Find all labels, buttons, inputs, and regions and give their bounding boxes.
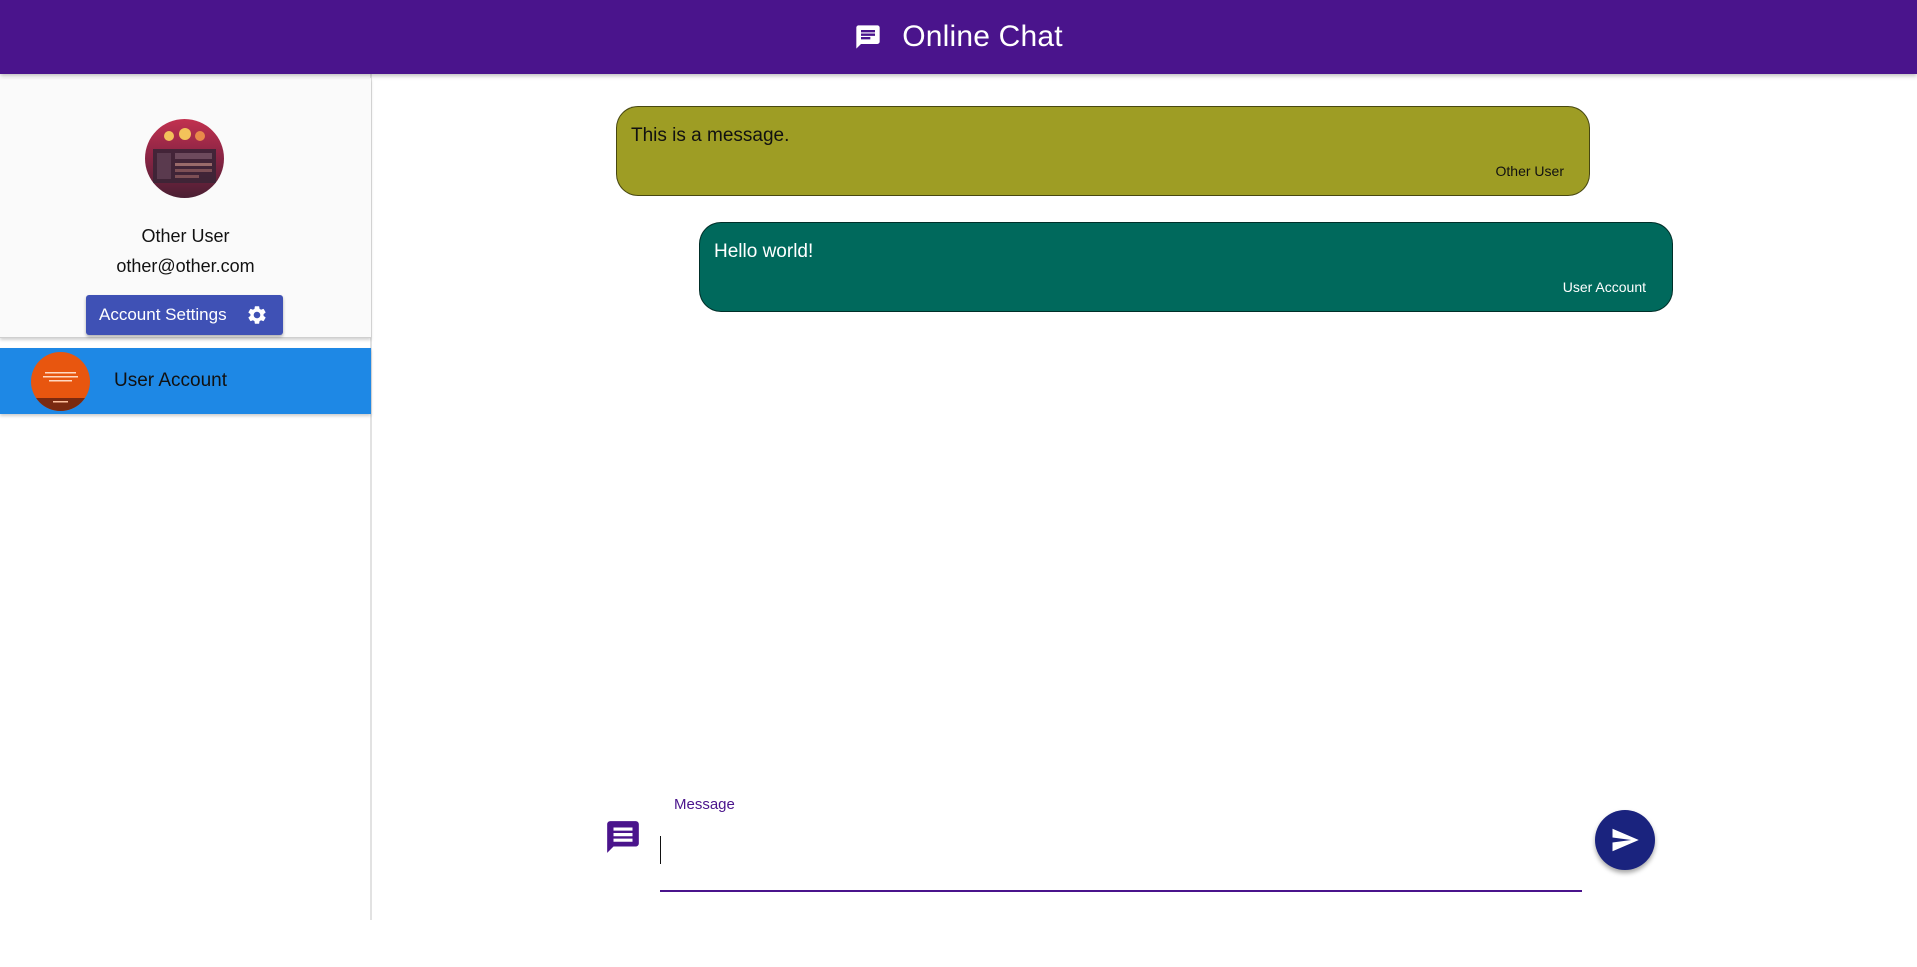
- text-caret: [660, 836, 661, 864]
- message-icon: [604, 818, 642, 856]
- profile-email: other@other.com: [116, 256, 255, 276]
- message-bubble-outgoing: Hello world! User Account: [699, 222, 1673, 312]
- contact-avatar: [31, 352, 90, 411]
- gear-icon: [246, 304, 268, 326]
- message-input-label: Message: [674, 796, 735, 813]
- chat-icon: [854, 23, 882, 51]
- message-author: User Account: [1562, 279, 1646, 295]
- account-settings-button[interactable]: Account Settings: [86, 295, 283, 335]
- message-author: Other User: [1495, 163, 1564, 179]
- message-text: Hello world!: [714, 241, 814, 262]
- message-bubble-incoming: This is a message. Other User: [616, 106, 1590, 196]
- sidebar: Other User other@other.com Account Setti…: [0, 74, 372, 920]
- app-bar: Online Chat: [0, 0, 1917, 74]
- message-input[interactable]: [660, 829, 1582, 892]
- profile-avatar: [145, 119, 224, 198]
- contact-item-user-account[interactable]: User Account: [0, 348, 371, 414]
- profile-name: Other User: [141, 226, 230, 246]
- send-icon: [1610, 825, 1640, 855]
- account-settings-label: Account Settings: [99, 305, 227, 324]
- profile-card: Other User other@other.com Account Setti…: [0, 78, 371, 338]
- message-text: This is a message.: [631, 125, 790, 146]
- app-title-group: Online Chat: [854, 20, 1063, 54]
- send-button[interactable]: [1595, 810, 1655, 870]
- app-title: Online Chat: [902, 20, 1063, 53]
- contact-name: User Account: [114, 370, 227, 391]
